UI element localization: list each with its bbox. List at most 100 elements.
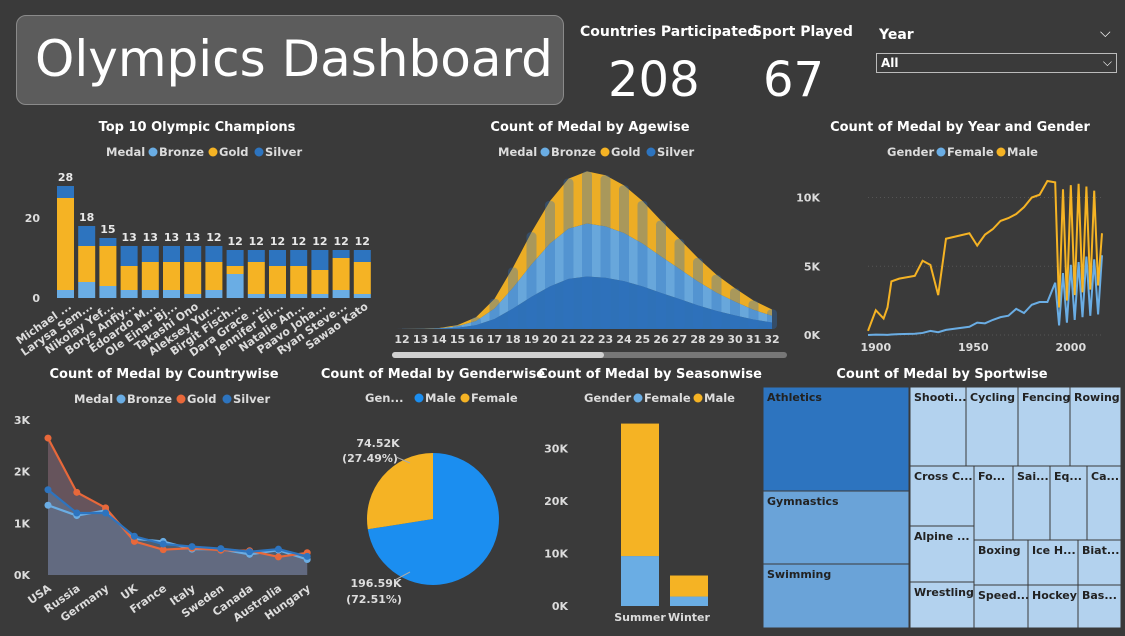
countrywise-chart: Count of Medal by Countrywise Medal Bronze… — [14, 367, 313, 625]
data-label: 12 — [312, 235, 327, 248]
chart-title: Top 10 Olympic Champions — [99, 120, 296, 135]
legend-marker — [208, 147, 218, 157]
bar-segment — [311, 250, 329, 270]
bar-segment — [670, 575, 708, 597]
x-tick: 23 — [598, 333, 613, 346]
x-tick: 24 — [616, 333, 632, 346]
legend-title: Medal — [106, 145, 145, 159]
x-tick: 21 — [561, 333, 576, 346]
bar-segment — [332, 258, 350, 290]
champions-chart: Top 10 Olympic Champions Medal Bronze Gold S… — [14, 120, 371, 359]
treemap-label: Wrestling — [914, 586, 974, 599]
chart-title: Count of Medal by Year and Gender — [830, 120, 1090, 135]
chart-title: Count of Medal by Sportwise — [836, 367, 1047, 382]
bar-segment — [290, 294, 308, 298]
bar-segment — [269, 294, 286, 298]
point — [44, 434, 52, 442]
year-gender-chart: Count of Medal by Year and Gender Gender F… — [796, 120, 1103, 354]
y-tick: 0K — [804, 329, 821, 342]
point — [274, 545, 282, 553]
x-tick: 26 — [653, 333, 669, 346]
age-column — [656, 220, 666, 329]
chart-title: Count of Medal by Countrywise — [49, 367, 278, 382]
bar-segment — [57, 290, 74, 298]
bar-segment — [78, 226, 96, 246]
treemap-label: Bas... — [1082, 589, 1117, 602]
bar-segment — [163, 290, 180, 298]
point — [73, 488, 81, 496]
seasonwise-chart: Count of Medal by Seasonwise Gender Female… — [538, 367, 762, 624]
legend-marker — [996, 147, 1006, 157]
legend-marker — [254, 147, 264, 157]
sportwise-chart: Count of Medal by Sportwise Athletics Gymn… — [762, 367, 1122, 629]
data-label: (72.51%) — [346, 593, 402, 606]
chart-title: Count of Medal by Agewise — [490, 120, 689, 135]
x-tick: 17 — [487, 333, 502, 346]
x-tick: 31 — [746, 333, 761, 346]
point — [102, 509, 110, 517]
data-label: 13 — [143, 231, 158, 244]
bar-segment — [269, 250, 286, 266]
age-column — [600, 175, 611, 329]
legend-entry: Gold — [219, 145, 249, 159]
bar-segment — [184, 294, 202, 298]
legend-marker — [600, 147, 610, 157]
legend-marker — [693, 393, 703, 403]
x-tick: 25 — [635, 333, 650, 346]
treemap-label: Biat... — [1082, 544, 1119, 557]
bar-segment — [311, 294, 329, 298]
x-tick: 22 — [579, 333, 594, 346]
x-tick: 20 — [542, 333, 558, 346]
bar-segment — [99, 246, 117, 286]
age-column — [711, 274, 722, 329]
age-column — [563, 178, 574, 329]
legend-entry: Silver — [657, 145, 694, 159]
data-label: 18 — [79, 211, 94, 224]
y-tick: 5K — [804, 260, 821, 273]
legend-marker — [936, 147, 946, 157]
bar-segment — [353, 262, 371, 294]
y-tick: 1K — [14, 517, 31, 530]
treemap-label: Shooti... — [914, 391, 966, 404]
age-column — [434, 327, 444, 329]
age-column — [767, 309, 777, 329]
charts-layer: Top 10 Olympic Champions Medal Bronze Gold S… — [14, 120, 1122, 629]
age-column — [674, 239, 685, 329]
x-tick: 12 — [394, 333, 409, 346]
genderwise-chart: Count of Medal by Genderwise Gen... Male Fe… — [321, 367, 545, 606]
bar-segment — [184, 246, 202, 262]
legend-entry: Bronze — [551, 145, 596, 159]
treemap-label: Cross C... — [914, 470, 973, 483]
legend-title: Medal — [74, 392, 113, 406]
y-tick: 10K — [544, 547, 568, 560]
legend-entry: Male — [704, 391, 735, 405]
age-column — [582, 171, 592, 329]
x-tick: 1900 — [860, 341, 891, 354]
age-column — [526, 232, 537, 329]
x-tick: 16 — [468, 333, 484, 346]
bar-segment — [163, 262, 180, 290]
x-tick: 15 — [450, 333, 465, 346]
chart-title: Count of Medal by Seasonwise — [538, 367, 762, 382]
age-column — [452, 325, 463, 329]
legend-entry: Male — [1007, 145, 1038, 159]
bar-segment — [353, 250, 371, 262]
bar-segment — [184, 262, 202, 294]
bar-segment — [57, 186, 74, 198]
age-column — [471, 317, 481, 329]
age-column — [637, 201, 648, 329]
treemap-label: Fo... — [978, 470, 1005, 483]
legend-entry: Female — [947, 145, 994, 159]
bar-segment — [78, 246, 96, 282]
bar-segment — [120, 266, 138, 290]
data-label: 196.59K — [351, 577, 402, 590]
point — [246, 548, 254, 556]
legend-entry: Gold — [187, 392, 217, 406]
point — [44, 501, 52, 509]
bar-segment — [247, 262, 265, 294]
legend-entry: Gold — [611, 145, 641, 159]
age-column — [489, 298, 500, 329]
bar-segment — [332, 250, 350, 258]
legend-entry: Male — [425, 391, 456, 405]
point — [274, 553, 282, 561]
